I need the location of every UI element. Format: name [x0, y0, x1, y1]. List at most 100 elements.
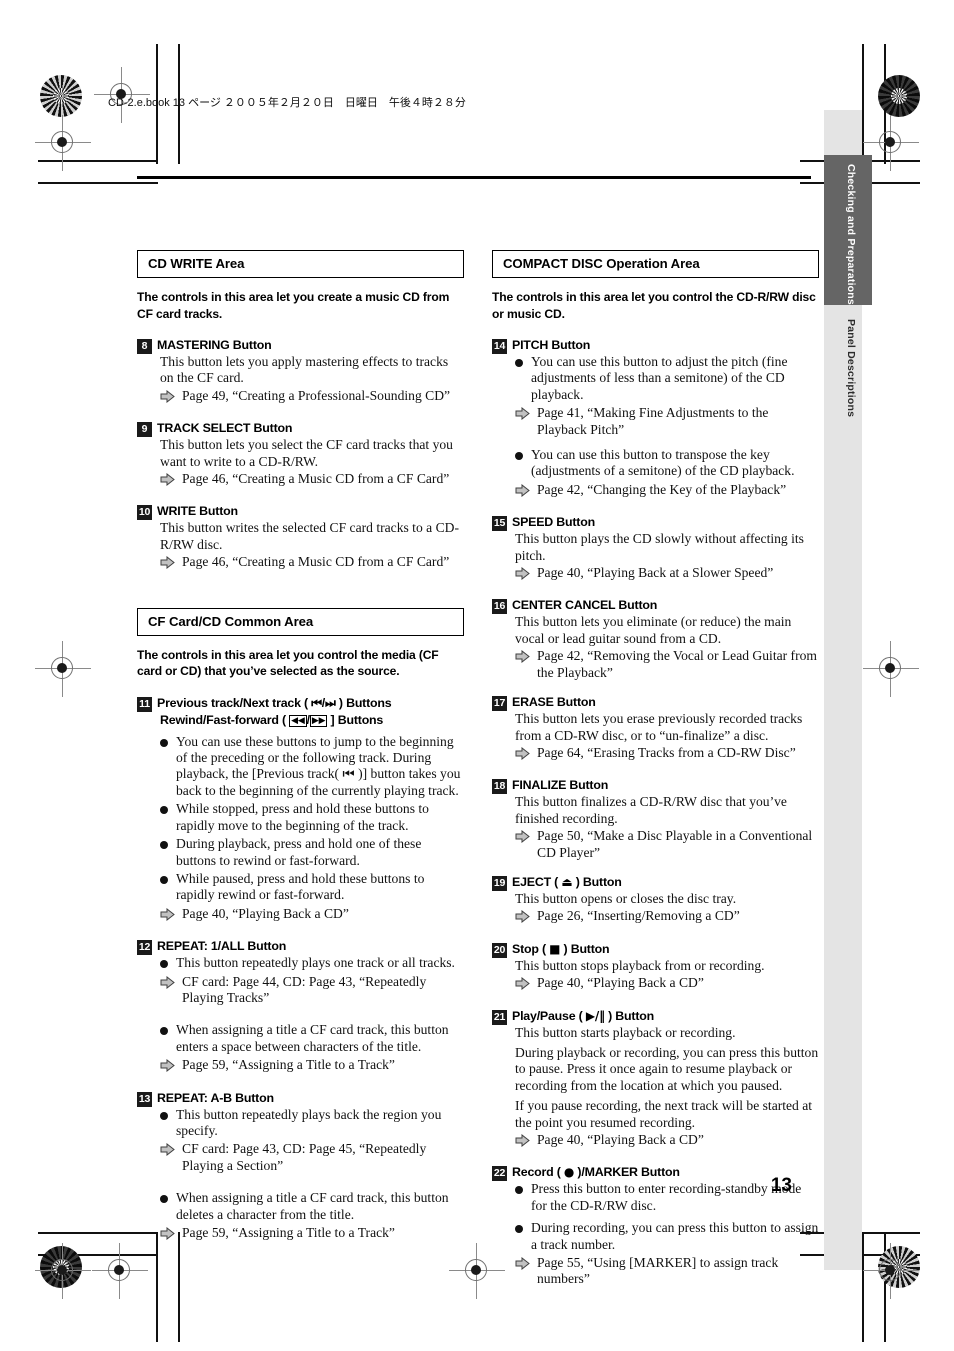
item-reference[interactable]: Page 49, “Creating a Professional-Soundi… — [160, 388, 464, 407]
header-rule — [137, 176, 811, 179]
bullet-text: During recording, you can press this but… — [531, 1220, 819, 1252]
item-title-prefix: Play/Pause ( — [512, 1008, 586, 1023]
bullet-item: While paused, press and hold these butto… — [160, 871, 464, 904]
item-number-badge: 17 — [492, 696, 507, 712]
item-repeat-a-b-button: 13 REPEAT: A-B Button This button repeat… — [137, 1090, 464, 1245]
reference-text: CF card: Page 44, CD: Page 43, “Repeated… — [182, 973, 427, 1005]
item-reference[interactable]: Page 40, “Playing Back at a Slower Speed… — [515, 565, 819, 584]
item-reference[interactable]: Page 64, “Erasing Tracks from a CD-RW Di… — [515, 745, 819, 764]
item-reference[interactable]: Page 42, “Removing the Vocal or Lead Gui… — [515, 648, 819, 681]
bullet-item: You can use this button to adjust the pi… — [515, 354, 819, 403]
item-stop-button: 20 Stop ( ■ ) Button This button stops p… — [492, 941, 819, 995]
bullet-text: You can use this button to transpose the… — [531, 447, 795, 479]
item-reference[interactable]: Page 40, “Playing Back a CD” — [515, 975, 819, 994]
bullet-item: This button repeatedly plays one track o… — [160, 955, 464, 971]
reference-text: Page 41, “Making Fine Adjustments to the… — [537, 405, 769, 437]
body-paragraph: This button lets you select the CF card … — [160, 437, 453, 469]
reference-text: Page 40, “Playing Back at a Slower Speed… — [537, 565, 774, 581]
item-reference[interactable]: Page 26, “Inserting/Removing a CD” — [515, 908, 819, 927]
item-heading: 10 WRITE Button — [137, 503, 464, 521]
bullet-text: You can use this button to adjust the pi… — [531, 354, 788, 402]
item-number-badge: 21 — [492, 1009, 507, 1025]
item-reference[interactable]: Page 40, “Playing Back a CD” — [515, 1132, 819, 1151]
bullet-dot-icon — [515, 359, 523, 367]
bullet-dot-icon — [515, 1225, 523, 1234]
item-title-suffix: ) Button — [572, 874, 622, 889]
item-reference[interactable]: CF card: Page 43, CD: Page 45, “Repeated… — [160, 1141, 464, 1174]
item-title-suffix: ) Buttons — [335, 695, 392, 710]
item-body: This button lets you apply mastering eff… — [160, 354, 464, 387]
star-target-mark — [40, 75, 82, 117]
record-icon: ● — [563, 1165, 575, 1180]
next-track-icon: ⏭ — [325, 695, 336, 710]
file-header-line: CD-2.e.book 13 ページ ２００５年２月２０日 日曜日 午後４時２８… — [108, 97, 466, 109]
item-number-badge: 16 — [492, 599, 507, 615]
registration-crosshair — [449, 1243, 505, 1299]
trim-line — [178, 1232, 180, 1342]
item-reference[interactable]: Page 50, “Make a Disc Playable in a Conv… — [515, 828, 819, 861]
item-reference[interactable]: Page 46, “Creating a Music CD from a CF … — [160, 471, 464, 490]
bullet-item: During playback, press and hold one of t… — [160, 836, 464, 869]
item-reference[interactable]: Page 40, “Playing Back a CD” — [160, 906, 464, 925]
item-heading: 19 EJECT ( ⏏ ) Button — [492, 874, 819, 891]
item-title: TRACK SELECT Button — [157, 421, 293, 436]
item-reference[interactable]: Page 55, “Using [MARKER] to assign track… — [515, 1255, 819, 1288]
item-title-suffix: ) Button — [604, 1008, 654, 1023]
body-paragraph: This button finalizes a CD-R/RW disc tha… — [515, 794, 787, 826]
item-reference[interactable]: Page 41, “Making Fine Adjustments to the… — [515, 405, 819, 438]
item-pitch-button: 14 PITCH Button You can use this button … — [492, 337, 819, 501]
bullet-dot-icon — [515, 1186, 523, 1195]
item-reference[interactable]: Page 42, “Changing the Key of the Playba… — [515, 482, 819, 501]
item-body: This button lets you erase previously re… — [515, 711, 819, 744]
reference-text: Page 64, “Erasing Tracks from a CD-RW Di… — [537, 744, 796, 760]
item-number-badge: 10 — [137, 505, 152, 521]
item-title-suffix: ) Button — [560, 941, 610, 956]
item-heading: 20 Stop ( ■ ) Button — [492, 941, 819, 958]
body-paragraph: This button opens or closes the disc tra… — [515, 890, 737, 906]
reference-text: Page 40, “Playing Back a CD” — [537, 975, 704, 991]
reference-text: Page 59, “Assigning a Title to a Track” — [182, 1225, 395, 1240]
previous-track-icon: ⏮ — [311, 695, 322, 710]
item-heading: 8 MASTERING Button — [137, 337, 464, 354]
item-title-prefix: Previous track/Next track ( — [157, 695, 312, 710]
registration-crosshair — [35, 115, 91, 171]
side-tab-panel-descriptions[interactable]: Panel Descriptions — [824, 310, 872, 440]
reference-text: CF card: Page 43, CD: Page 45, “Repeated… — [182, 1141, 427, 1173]
bullet-dot-icon — [160, 1195, 168, 1204]
trim-line — [884, 44, 886, 164]
item-body: This button plays the CD slowly without … — [515, 531, 819, 564]
bullet-text: During playback, press and hold one of t… — [176, 836, 422, 868]
item-heading: 9 TRACK SELECT Button — [137, 420, 464, 438]
side-tab-label: Checking and Preparations — [845, 164, 857, 305]
trim-line — [38, 1254, 158, 1256]
registration-crosshair — [92, 1243, 148, 1299]
item-reference[interactable]: Page 59, “Assigning a Title to a Track” — [160, 1057, 464, 1076]
reference-text: Page 40, “Playing Back a CD” — [182, 905, 349, 921]
registration-crosshair — [863, 115, 919, 171]
item-body: This button lets you select the CF card … — [160, 437, 464, 470]
bullet-item: This button repeatedly plays back the re… — [160, 1107, 464, 1140]
reference-text: Page 49, “Creating a Professional-Soundi… — [182, 387, 451, 403]
side-tab-checking-and-preparations[interactable]: Checking and Preparations — [824, 155, 872, 305]
item-heading: 16 CENTER CANCEL Button — [492, 597, 819, 615]
item-number-badge: 12 — [137, 940, 152, 956]
body-paragraph: This button lets you eliminate (or reduc… — [515, 614, 792, 646]
page-reference-arrow-icon — [160, 1059, 175, 1076]
bullet-dot-icon — [160, 960, 168, 969]
item-title: REPEAT: 1/ALL Button — [157, 939, 287, 954]
body-paragraph: If you pause recording, the next track w… — [515, 1098, 813, 1130]
item-reference[interactable]: Page 46, “Creating a Music CD from a CF … — [160, 554, 464, 573]
body-paragraph: During playback or recording, you can pr… — [515, 1044, 819, 1093]
item-title: PITCH Button — [512, 338, 591, 352]
item-title: Stop ( ■ ) Button — [512, 941, 610, 958]
item-body: This button lets you eliminate (or reduc… — [515, 614, 819, 647]
trim-line — [862, 44, 864, 164]
item-reference[interactable]: Page 59, “Assigning a Title to a Track” — [160, 1225, 464, 1244]
item-reference[interactable]: CF card: Page 44, CD: Page 43, “Repeated… — [160, 974, 464, 1007]
item-body: This button finalizes a CD-R/RW disc tha… — [515, 794, 819, 827]
page-reference-arrow-icon — [515, 407, 530, 438]
left-column: CD WRITE Area The controls in this area … — [137, 250, 464, 1248]
bullet-item: While stopped, press and hold these butt… — [160, 801, 464, 834]
section-heading-compact-disc-operation-area: COMPACT DISC Operation Area — [492, 250, 819, 278]
side-tab-label: Panel Descriptions — [845, 319, 857, 418]
